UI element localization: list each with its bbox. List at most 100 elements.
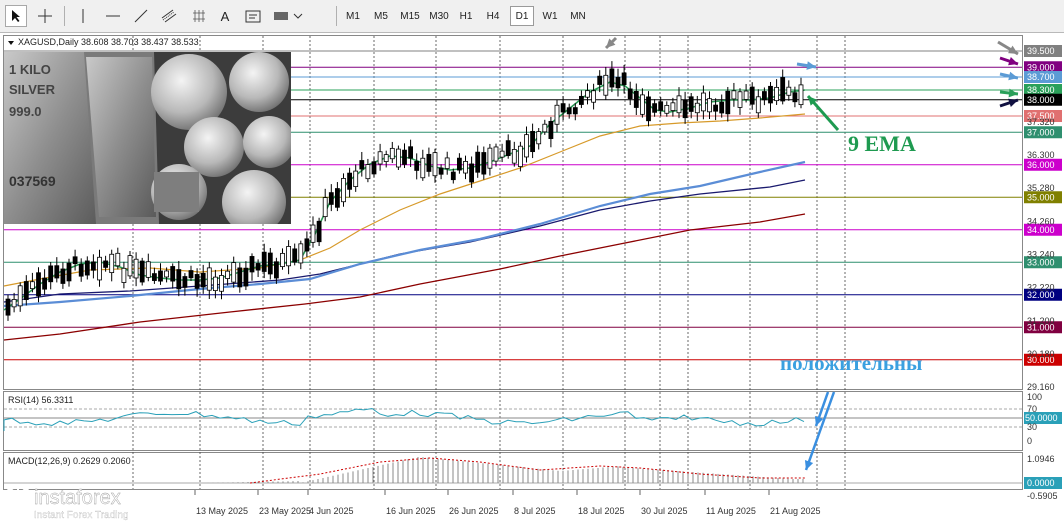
candle-body [103,260,108,268]
level-tag-label: 38.700 [1027,72,1055,82]
timeframe-h4[interactable]: H4 [480,6,506,26]
candle-body [408,146,414,159]
candle-body [432,152,438,177]
candle-body [505,140,511,156]
candle-body [487,147,493,169]
logo-tagline: Instant Forex Trading [34,510,129,521]
candle-body [597,75,603,85]
candle-body [395,148,401,168]
candle-body [621,72,627,86]
macd-tick-label: 1.0946 [1027,454,1055,464]
timeframe-m15[interactable]: M15 [396,6,424,26]
candle-body [701,92,706,112]
grid-tool-icon[interactable] [188,5,210,27]
candle-body [615,76,621,89]
date-label: 23 May 2025 [259,506,311,516]
candle-body [17,285,23,307]
text-tool-icon[interactable]: A [214,5,236,27]
level-tag-label: 35.000 [1027,192,1055,202]
candle-body [725,90,731,115]
vertical-line-icon[interactable] [72,5,94,27]
axis-tick-label: 32.220 [1027,283,1055,293]
date-label: 13 May 2025 [196,506,248,516]
candle-body [78,263,84,277]
axis-tick-label: 30.180 [1027,349,1055,359]
candle-body [792,92,798,103]
candle-body [585,90,590,98]
timeframe-h1[interactable]: H1 [454,6,478,26]
axis-tick-label: 34.260 [1027,216,1055,226]
candle-body [115,252,121,267]
candle-body [206,267,212,291]
candle-body [194,274,200,289]
candle-body [719,101,725,114]
horizontal-line-icon[interactable] [102,5,124,27]
candle-body [200,272,206,288]
timeframe-m1[interactable]: M1 [340,6,366,26]
candle-body [280,252,285,268]
candle-body [188,270,194,279]
candle-body [139,260,145,283]
candle-body [29,281,35,290]
timeframe-m30[interactable]: M30 [425,6,453,26]
candle-body [158,270,163,282]
candle-body [359,160,365,170]
candle-body [60,268,66,284]
rsi-tick-label: 100 [1027,392,1042,402]
candle-body [609,68,615,88]
candle-body [273,261,279,279]
rsi-label: RSI(14) 56.3311 [8,395,73,405]
candle-body [469,163,475,183]
candle-body [72,256,78,265]
candle-body [444,157,450,169]
candle-body [676,95,682,114]
candle-body [536,131,542,145]
candle-body [237,267,243,288]
candle-body [212,276,218,292]
cursor-icon[interactable] [5,5,27,27]
candle-body [682,99,688,119]
candle-body [377,151,383,165]
candle-body [640,94,645,115]
date-label: 8 Jul 2025 [514,506,556,516]
level-tag-label: 39.000 [1027,62,1055,72]
candle-body [48,265,54,283]
candle-body [304,238,310,252]
channel-icon[interactable] [158,5,180,27]
candle-body [743,90,749,100]
toolbar: A M1 M5 M15 M30 H1 H4 D1 W1 MN [0,0,1064,33]
date-label: 16 Jun 2025 [386,506,436,516]
candle-body [328,192,334,205]
candle-body [298,243,304,264]
candle-body [560,103,566,113]
candle-body [780,77,786,102]
candle-body [347,172,353,190]
candle-body [23,281,29,301]
candle-body [310,224,316,243]
shapes-dropdown-icon[interactable] [270,5,310,27]
chart-header: XAGUSD,Daily 38.608 38.703 38.437 38.533 [18,37,199,47]
candle-body [652,103,657,113]
crosshair-icon[interactable] [34,5,56,27]
candle-body [694,102,700,114]
candle-body [383,154,389,162]
candle-body [261,251,267,272]
level-tag-label: 37.000 [1027,127,1055,137]
timeframe-d1[interactable]: D1 [510,6,534,26]
logo-text: instaforex [34,487,121,509]
candle-body [182,276,188,288]
macd-label: MACD(12,26,9) 0.2629 0.2060 [8,456,131,466]
candle-body [768,85,773,104]
label-tool-icon[interactable] [242,5,264,27]
trendline-icon[interactable] [130,5,152,27]
level-tag-label: 38.300 [1027,85,1055,95]
candle-body [341,178,346,203]
axis-tick-label: 35.280 [1027,183,1055,193]
timeframe-mn[interactable]: MN [565,6,591,26]
candle-body [231,262,237,283]
timeframe-w1[interactable]: W1 [537,6,563,26]
candle-body [627,88,633,100]
candle-body [749,86,755,105]
timeframe-m5[interactable]: M5 [368,6,394,26]
silver-bars-photo: 1 KILO SILVER 999.0 037569 [4,52,291,224]
